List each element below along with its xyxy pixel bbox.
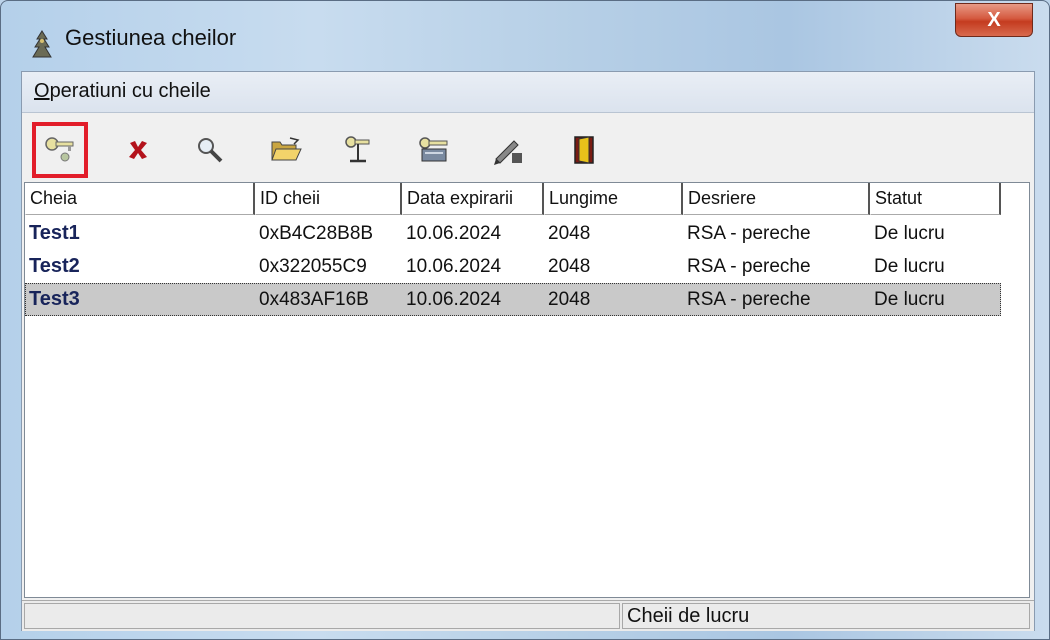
delete-x-icon (129, 141, 147, 159)
key-id: 0x483AF16B (259, 288, 369, 310)
list-header: Cheia ID cheii Data expirarii Lungime De… (25, 183, 1001, 215)
key-card-icon (419, 137, 448, 162)
key-stand-icon (345, 136, 370, 163)
new-key-button[interactable] (32, 122, 88, 178)
table-row[interactable]: Test2 0x322055C9 10.06.2024 2048 RSA - p… (25, 250, 1029, 283)
col-header-id[interactable]: ID cheii (255, 183, 402, 215)
col-header-expiry[interactable]: Data expirarii (402, 183, 544, 215)
key-name: Test2 (29, 255, 80, 277)
key-properties-button[interactable] (330, 122, 386, 178)
table-row[interactable]: Test1 0xB4C28B8B 10.06.2024 2048 RSA - p… (25, 217, 1029, 250)
close-button[interactable]: X (955, 3, 1033, 37)
delete-button[interactable] (110, 122, 166, 178)
key-description: RSA - pereche (687, 288, 811, 310)
col-header-description[interactable]: Desriere (683, 183, 870, 215)
menu-accelerator: O (34, 80, 50, 102)
folder-open-icon (271, 137, 302, 161)
key-status: De lucru (874, 222, 945, 244)
key-id: 0xB4C28B8B (259, 222, 374, 244)
key-expiry: 10.06.2024 (406, 222, 502, 244)
key-name: Test1 (29, 222, 80, 244)
key-length: 2048 (548, 288, 591, 310)
key-id: 0x322055C9 (259, 255, 367, 277)
pen-sign-icon (494, 140, 522, 165)
key-manager-window: Gestiunea cheilor X Operatiuni cu cheile (0, 0, 1050, 640)
key-export-button[interactable] (406, 122, 462, 178)
magnifier-icon (198, 138, 223, 163)
search-button[interactable] (182, 122, 238, 178)
title-bar[interactable]: Gestiunea cheilor X (1, 1, 1049, 77)
keys-list[interactable]: Cheia ID cheii Data expirarii Lungime De… (24, 182, 1030, 598)
col-header-cheia[interactable]: Cheia (25, 183, 255, 215)
sign-button[interactable] (480, 122, 536, 178)
key-status: De lucru (874, 255, 945, 277)
app-icon (32, 30, 52, 58)
key-expiry: 10.06.2024 (406, 255, 502, 277)
key-description: RSA - pereche (687, 222, 811, 244)
status-panel-right: Cheii de lucru (622, 603, 1030, 629)
menu-label: peratiuni cu cheile (49, 80, 211, 102)
client-area: Operatiuni cu cheile Cheia ID cheii Data… (21, 71, 1035, 631)
key-description: RSA - pereche (687, 255, 811, 277)
key-name: Test3 (29, 288, 80, 310)
status-bar: Cheii de lucru (22, 600, 1034, 631)
key-new-icon (45, 137, 74, 162)
toolbar (22, 114, 1034, 186)
table-row-selected[interactable]: Test3 0x483AF16B 10.06.2024 2048 RSA - p… (25, 283, 1001, 316)
key-length: 2048 (548, 255, 591, 277)
exit-door-icon (574, 136, 594, 164)
menu-bar: Operatiuni cu cheile (22, 72, 1034, 113)
status-panel-left (24, 603, 620, 629)
open-folder-button[interactable] (258, 122, 314, 178)
col-header-status[interactable]: Statut (870, 183, 1001, 215)
window-title: Gestiunea cheilor (65, 25, 237, 50)
key-length: 2048 (548, 222, 591, 244)
close-icon: X (987, 8, 1001, 31)
exit-button[interactable] (556, 122, 612, 178)
col-header-length[interactable]: Lungime (544, 183, 683, 215)
menu-operatiuni[interactable]: Operatiuni cu cheile (34, 80, 211, 103)
key-status: De lucru (874, 288, 945, 310)
list-rows: Test1 0xB4C28B8B 10.06.2024 2048 RSA - p… (25, 217, 1029, 316)
key-expiry: 10.06.2024 (406, 288, 502, 310)
